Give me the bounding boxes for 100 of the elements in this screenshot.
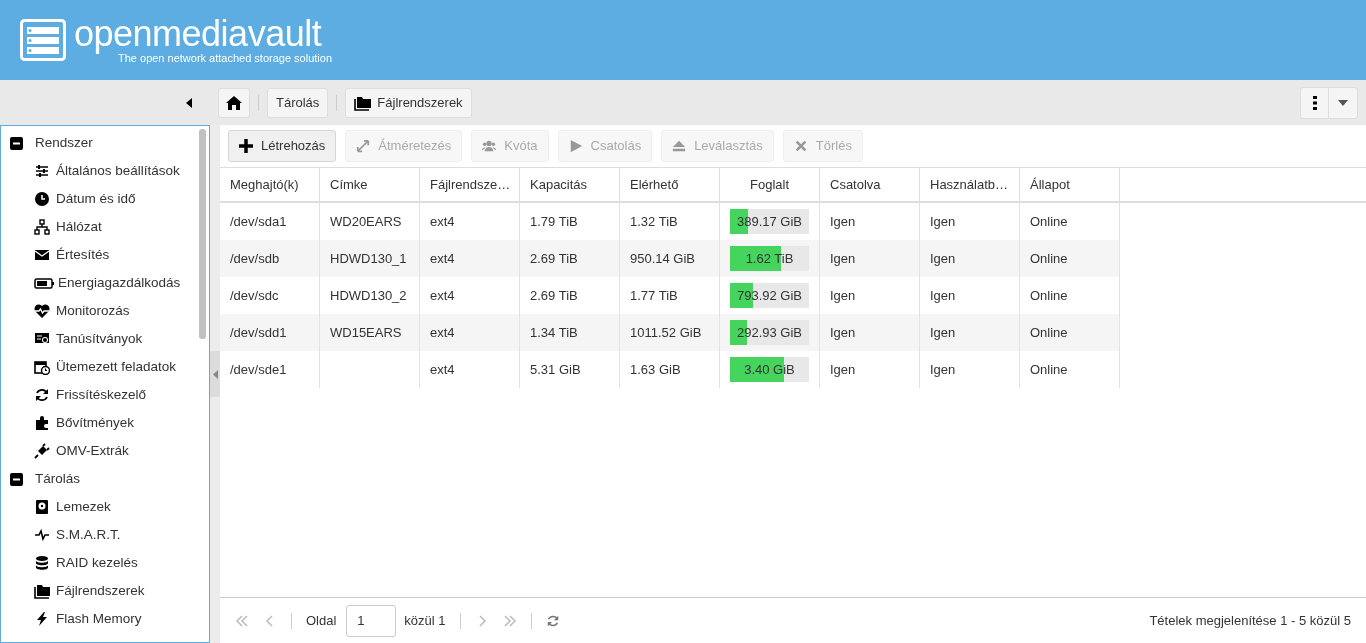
table-cell-text: /dev/sda1	[230, 212, 287, 231]
table-cell-text: 5.31 GiB	[530, 360, 581, 379]
column-header[interactable]: Elérhető	[620, 168, 720, 201]
table-cell-text: Online	[1030, 249, 1068, 268]
paging-summary: Tételek megjelenítése 1 - 5 közül 5	[1149, 611, 1351, 630]
folders-icon	[354, 94, 373, 111]
tree-item[interactable]: Tanúsítványok	[1, 325, 199, 353]
tree-item[interactable]: Flash Memory	[1, 605, 199, 633]
server-logo-icon	[20, 19, 66, 61]
plug-icon	[34, 443, 50, 459]
tree-item[interactable]: S.M.A.R.T.	[1, 521, 199, 549]
close-icon	[793, 139, 808, 153]
refresh-icon	[34, 387, 50, 403]
table-cell-text: Igen	[830, 212, 856, 231]
plus-icon	[239, 139, 253, 153]
caret-icon	[1338, 99, 1348, 106]
table-cell-text: Igen	[930, 286, 956, 305]
table-cell-text: WD20EARS	[330, 212, 402, 231]
scrollbar[interactable]	[199, 129, 206, 339]
collapse-arrow-icon[interactable]	[186, 97, 192, 108]
table-cell-text: Igen	[830, 360, 856, 379]
tree-item[interactable]: Fájlrendszerek	[1, 577, 199, 605]
table-cell-text: Igen	[830, 249, 856, 268]
play-icon	[568, 139, 583, 153]
page-label: Oldal	[306, 611, 337, 630]
tree-item[interactable]: Frissítéskezelő	[1, 381, 199, 409]
table-cell-text: HDWD130_1	[330, 249, 407, 268]
column-header[interactable]: Meghajtó(k)	[220, 168, 320, 201]
toolbar-button[interactable]: Létrehozás	[228, 130, 337, 162]
table-cell-text: Igen	[930, 249, 956, 268]
database-icon	[34, 555, 50, 571]
table-cell-text: WD15EARS	[330, 323, 402, 342]
table-cell-text: 1011.52 GiB	[630, 323, 702, 342]
collapse-icon[interactable]	[10, 472, 23, 486]
home-button[interactable]	[218, 87, 250, 118]
tree-item[interactable]: OMV-Extrák	[1, 437, 199, 465]
refresh-icon[interactable]	[545, 613, 560, 628]
battery-icon	[34, 275, 54, 291]
table-cell-text: /dev/sde1	[230, 360, 287, 379]
table-cell-text: Online	[1030, 286, 1068, 305]
table-cell-text: Igen	[830, 323, 856, 342]
column-header[interactable]: Csatolva	[820, 168, 920, 201]
page-count-label: közül 1	[404, 611, 446, 630]
table-cell-text: 950.14 GiB	[630, 249, 696, 268]
network-icon	[34, 219, 50, 235]
column-header[interactable]: Használatb…	[920, 168, 1020, 201]
column-header[interactable]: Címke	[320, 168, 420, 201]
table-cell-text: /dev/sdc	[230, 286, 279, 305]
table-cell-text: 1.32 TiB	[630, 212, 678, 231]
tree-item[interactable]: Lemezek	[1, 493, 199, 521]
page-input[interactable]: 1	[346, 604, 397, 637]
tree-item[interactable]: Bővítmények	[1, 409, 199, 437]
tagline: The open network attached storage solution	[118, 52, 333, 64]
table-cell-text: ext4	[430, 323, 455, 342]
table-cell-text: ext4	[430, 249, 455, 268]
collapse-icon[interactable]	[10, 136, 23, 150]
lightning-icon	[34, 611, 50, 627]
column-header[interactable]: Kapacitás	[520, 168, 620, 201]
folders-icon	[34, 583, 50, 599]
tree-item[interactable]: Dátum és idő	[1, 185, 199, 213]
table-cell-text: Igen	[830, 286, 856, 305]
table-cell-text: ext4	[430, 212, 455, 231]
puzzle-icon	[34, 415, 50, 431]
home-icon	[226, 95, 242, 110]
sliders-icon	[34, 163, 50, 179]
table-cell-text: 2.69 TiB	[530, 249, 578, 268]
column-header[interactable]: Állapot	[1020, 168, 1120, 201]
eject-icon	[672, 139, 687, 153]
tree-item[interactable]: Általános beállítások	[1, 157, 199, 185]
table-cell-text: Online	[1030, 323, 1068, 342]
table-cell-text: 1.77 TiB	[630, 286, 678, 305]
table-cell-text: Online	[1030, 360, 1068, 379]
heartbeat-icon	[34, 303, 50, 319]
tree-group-item[interactable]: Rendszer	[1, 129, 199, 157]
table-cell-text: 1.34 TiB	[530, 323, 578, 342]
tree-item[interactable]: RAID kezelés	[1, 549, 199, 577]
table-cell-text: 2.69 TiB	[530, 286, 578, 305]
tree-item[interactable]: Energiagazdálkodás	[1, 269, 199, 297]
tree-item[interactable]: Ütemezett feladatok	[1, 353, 199, 381]
clock-icon	[34, 191, 50, 207]
breadcrumb-button[interactable]: Tárolás	[267, 87, 329, 118]
tree-group-item[interactable]: Tárolás	[1, 465, 199, 493]
calendar-clock-icon	[34, 359, 50, 375]
table-cell-text: Igen	[930, 212, 956, 231]
envelope-icon	[34, 247, 50, 263]
column-header[interactable]: Foglalt	[720, 168, 820, 201]
table-cell-text: ext4	[430, 286, 455, 305]
column-header[interactable]: Fájlrendsze…	[420, 168, 520, 201]
table-cell-text: 1.63 GiB	[630, 360, 681, 379]
splitter-handle[interactable]	[210, 351, 220, 397]
tree-item[interactable]: Monitorozás	[1, 297, 199, 325]
breadcrumb-button[interactable]: Fájlrendszerek	[345, 87, 472, 118]
table-cell-text: /dev/sdd1	[230, 323, 287, 342]
vertical-dots-icon	[1312, 95, 1317, 110]
table-cell-text: /dev/sdb	[230, 249, 280, 268]
table-cell-text: Igen	[930, 323, 956, 342]
tree-item[interactable]: Értesítés	[1, 241, 199, 269]
tree-item[interactable]: Hálózat	[1, 213, 199, 241]
logo-text: openmediavault	[74, 16, 323, 52]
table-cell-text: 1.79 TiB	[530, 212, 578, 231]
